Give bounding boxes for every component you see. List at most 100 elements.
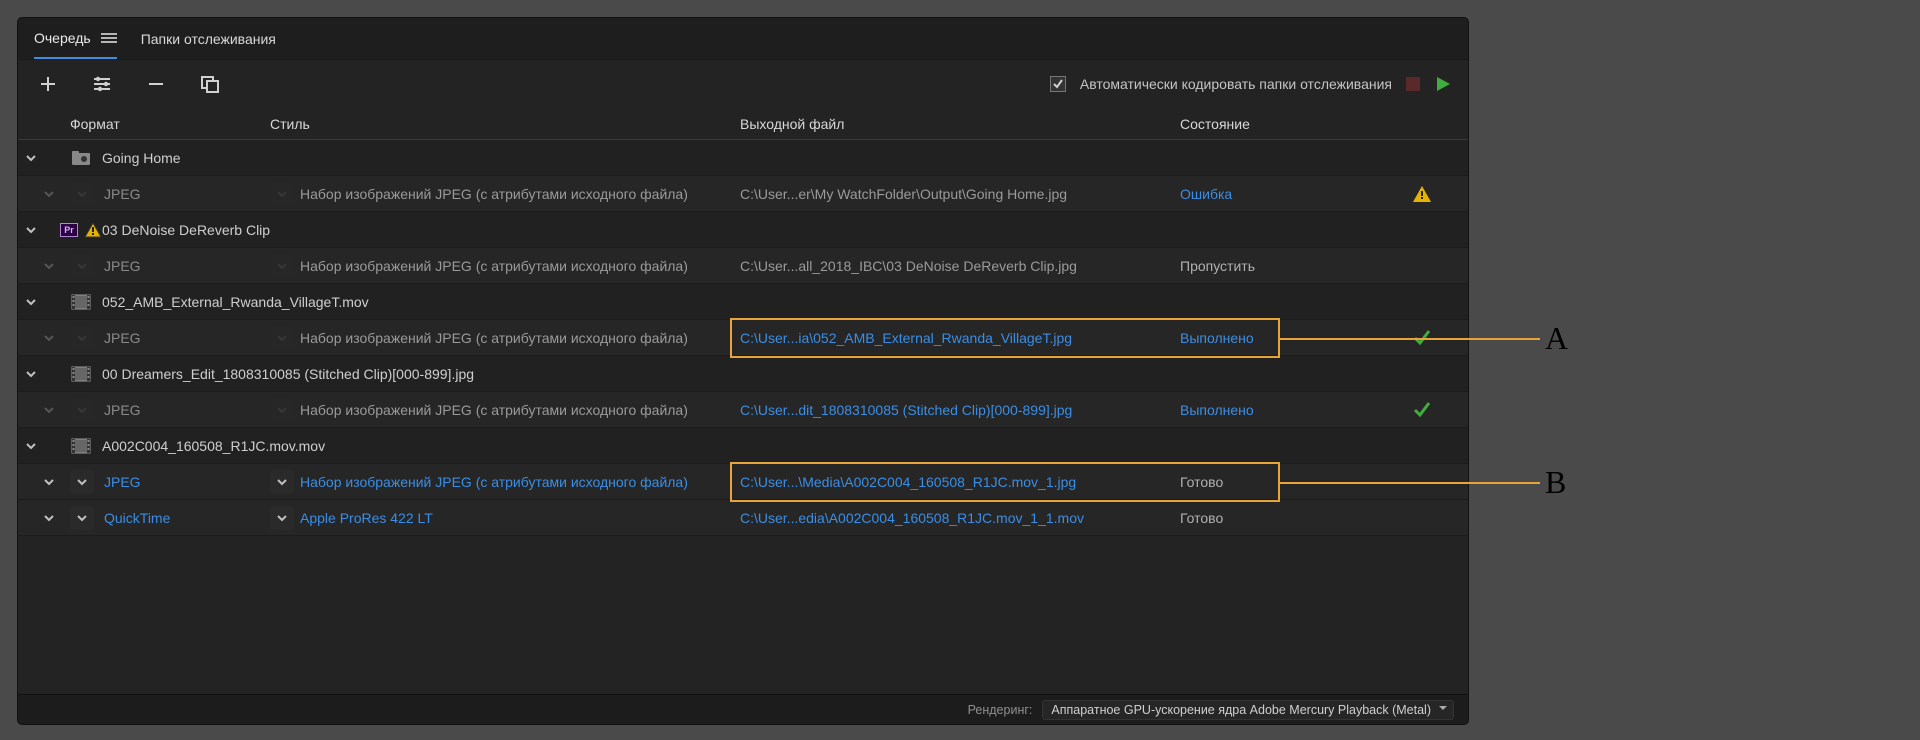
format-dropdown <box>70 254 94 278</box>
format-value: JPEG <box>100 402 141 418</box>
tab-queue-label: Очередь <box>34 30 91 46</box>
output-row[interactable]: JPEG Набор изображений JPEG (с атрибутами… <box>18 392 1468 428</box>
preset-value: Набор изображений JPEG (с атрибутами исх… <box>300 474 688 490</box>
status-value: Ошибка <box>1180 186 1350 202</box>
preset-dropdown <box>270 326 294 350</box>
col-output: Выходной файл <box>740 116 1180 132</box>
format-dropdown <box>70 398 94 422</box>
trail-icon-cell <box>1350 185 1440 203</box>
output-row[interactable]: JPEG Набор изображений JPEG (с атрибутами… <box>18 464 1468 500</box>
group-row[interactable]: Pr 03 DeNoise DeReverb Clip <box>18 212 1468 248</box>
group-row[interactable]: 00 Dreamers_Edit_1808310085 (Stitched Cl… <box>18 356 1468 392</box>
col-status: Состояние <box>1180 116 1440 132</box>
format-value: JPEG <box>100 258 141 274</box>
format-value: JPEG <box>100 186 141 202</box>
preset-dropdown <box>270 254 294 278</box>
status-value: Готово <box>1180 510 1350 526</box>
disclosure-icon[interactable] <box>22 221 40 239</box>
remove-button[interactable] <box>142 70 170 98</box>
group-row[interactable]: A002C004_160508_R1JC.mov.mov <box>18 428 1468 464</box>
preset-dropdown <box>270 398 294 422</box>
disclosure-icon[interactable] <box>22 293 40 311</box>
check-icon <box>1412 400 1432 420</box>
queue-panel: Очередь Папки отслеживания <box>18 18 1468 724</box>
warning-icon <box>1412 185 1432 203</box>
format-dropdown[interactable] <box>70 506 94 530</box>
duplicate-button[interactable] <box>196 70 224 98</box>
output-path: C:\User...all_2018_IBC\03 DeNoise DeReve… <box>740 258 1180 274</box>
group-icon <box>70 365 92 383</box>
start-queue-button[interactable] <box>1434 75 1452 93</box>
tab-watch-folders[interactable]: Папки отслеживания <box>141 18 276 59</box>
renderer-value: Аппаратное GPU-ускорение ядра Adobe Merc… <box>1051 703 1431 717</box>
output-path[interactable]: C:\User...\Media\A002C004_160508_R1JC.mo… <box>740 474 1180 490</box>
output-path[interactable]: C:\User...dit_1808310085 (Stitched Clip)… <box>740 402 1180 418</box>
callout-label-b: B <box>1545 464 1566 501</box>
preset-value: Набор изображений JPEG (с атрибутами исх… <box>300 186 688 202</box>
disclosure-icon[interactable] <box>22 149 40 167</box>
group-row[interactable]: 052_AMB_External_Rwanda_VillageT.mov <box>18 284 1468 320</box>
group-title: 03 DeNoise DeReverb Clip <box>102 222 270 238</box>
column-header-row: Формат Стиль Выходной файл Состояние <box>18 108 1468 140</box>
group-icon: Pr <box>70 221 92 239</box>
row-disclosure-icon <box>40 257 58 275</box>
row-disclosure-icon[interactable] <box>40 509 58 527</box>
settings-sliders-button[interactable] <box>88 70 116 98</box>
format-dropdown[interactable] <box>70 470 94 494</box>
preset-value: Набор изображений JPEG (с атрибутами исх… <box>300 258 688 274</box>
row-disclosure-icon <box>40 329 58 347</box>
trail-icon-cell <box>1350 400 1440 420</box>
disclosure-icon[interactable] <box>22 437 40 455</box>
bottom-bar: Рендеринг: Аппаратное GPU-ускорение ядра… <box>18 694 1468 724</box>
queue-rows: Going Home JPEG Набор изображений JPEG (с … <box>18 140 1468 694</box>
group-title: 052_AMB_External_Rwanda_VillageT.mov <box>102 294 369 310</box>
row-disclosure-icon[interactable] <box>40 473 58 491</box>
group-title: Going Home <box>102 150 181 166</box>
status-value: Пропустить <box>1180 258 1350 274</box>
group-row[interactable]: Going Home <box>18 140 1468 176</box>
callout-line <box>1280 338 1540 340</box>
renderer-label: Рендеринг: <box>968 703 1033 717</box>
disclosure-icon[interactable] <box>22 365 40 383</box>
group-icon <box>70 437 92 455</box>
output-row[interactable]: JPEG Набор изображений JPEG (с атрибутами… <box>18 248 1468 284</box>
output-path[interactable]: C:\User...edia\A002C004_160508_R1JC.mov_… <box>740 510 1180 526</box>
preset-dropdown[interactable] <box>270 506 294 530</box>
preset-dropdown[interactable] <box>270 470 294 494</box>
output-row[interactable]: JPEG Набор изображений JPEG (с атрибутами… <box>18 320 1468 356</box>
row-disclosure-icon <box>40 185 58 203</box>
output-path[interactable]: C:\User...ia\052_AMB_External_Rwanda_Vil… <box>740 330 1180 346</box>
toolbar: Автоматически кодировать папки отслежива… <box>18 60 1468 108</box>
output-row[interactable]: JPEG Набор изображений JPEG (с атрибутами… <box>18 176 1468 212</box>
status-value: Выполнено <box>1180 402 1350 418</box>
tab-queue[interactable]: Очередь <box>34 18 117 59</box>
panel-menu-icon[interactable] <box>101 33 117 43</box>
stop-button[interactable] <box>1406 77 1420 91</box>
row-disclosure-icon <box>40 401 58 419</box>
format-value: JPEG <box>100 474 141 490</box>
tab-bar: Очередь Папки отслеживания <box>18 18 1468 60</box>
group-title: A002C004_160508_R1JC.mov.mov <box>102 438 325 454</box>
preset-dropdown <box>270 182 294 206</box>
format-value: QuickTime <box>100 510 170 526</box>
col-format: Формат <box>70 116 270 132</box>
preset-value: Apple ProRes 422 LT <box>300 510 433 526</box>
preset-value: Набор изображений JPEG (с атрибутами исх… <box>300 330 688 346</box>
output-row[interactable]: QuickTime Apple ProRes 422 LT C:\User...ed… <box>18 500 1468 536</box>
output-path: C:\User...er\My WatchFolder\Output\Going… <box>740 186 1180 202</box>
col-preset: Стиль <box>270 116 740 132</box>
format-dropdown <box>70 182 94 206</box>
auto-encode-label: Автоматически кодировать папки отслежива… <box>1080 76 1392 92</box>
group-icon <box>70 293 92 311</box>
auto-encode-checkbox[interactable] <box>1050 76 1066 92</box>
callout-label-a: A <box>1545 320 1568 357</box>
tab-watch-label: Папки отслеживания <box>141 31 276 47</box>
format-dropdown <box>70 326 94 350</box>
renderer-select[interactable]: Аппаратное GPU-ускорение ядра Adobe Merc… <box>1042 700 1454 720</box>
callout-line <box>1280 482 1540 484</box>
format-value: JPEG <box>100 330 141 346</box>
preset-value: Набор изображений JPEG (с атрибутами исх… <box>300 402 688 418</box>
group-icon <box>70 149 92 167</box>
add-button[interactable] <box>34 70 62 98</box>
group-title: 00 Dreamers_Edit_1808310085 (Stitched Cl… <box>102 366 474 382</box>
